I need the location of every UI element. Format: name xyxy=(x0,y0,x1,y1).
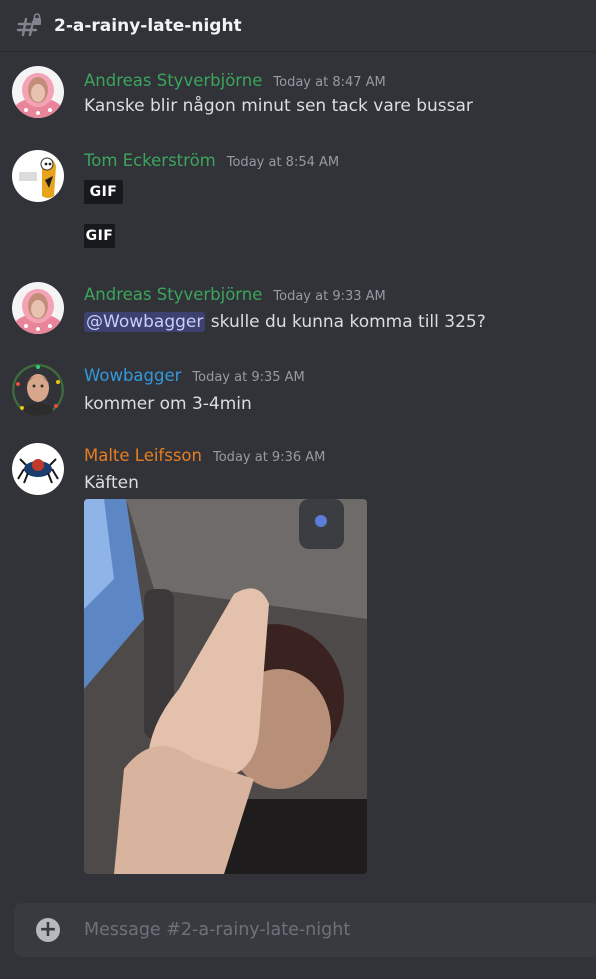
timestamp[interactable]: Today at 9:36 AM xyxy=(213,450,325,465)
avatar[interactable] xyxy=(12,66,64,118)
avatar[interactable] xyxy=(12,150,64,202)
message-input[interactable] xyxy=(84,903,584,957)
message-text: Käften xyxy=(84,473,139,493)
timestamp[interactable]: Today at 8:47 AM xyxy=(273,75,385,90)
author-name[interactable]: Andreas Styverbjörne xyxy=(84,285,262,304)
message-text: kommer om 3-4min xyxy=(84,394,252,414)
timestamp[interactable]: Today at 8:54 AM xyxy=(227,155,339,170)
message-text: Kanske blir någon minut sen tack vare bu… xyxy=(84,96,473,116)
avatar[interactable] xyxy=(12,282,64,334)
author-name[interactable]: Andreas Styverbjörne xyxy=(84,71,262,90)
avatar[interactable] xyxy=(12,364,64,416)
gif-attachment[interactable]: GIF xyxy=(84,180,123,204)
message-text: @Wowbagger skulle du kunna komma till 32… xyxy=(84,312,486,332)
user-mention[interactable]: @Wowbagger xyxy=(84,312,206,332)
timestamp[interactable]: Today at 9:35 AM xyxy=(192,370,304,385)
channel-name: 2-a-rainy-late-night xyxy=(54,15,242,36)
image-attachment[interactable] xyxy=(84,499,367,874)
message-composer: + xyxy=(14,903,596,957)
timestamp[interactable]: Today at 9:33 AM xyxy=(273,289,385,304)
locked-text-channel-icon xyxy=(16,12,42,39)
channel-header: 2-a-rainy-late-night xyxy=(0,0,596,52)
avatar[interactable] xyxy=(12,443,64,495)
add-attachment-icon[interactable]: + xyxy=(36,918,60,942)
author-name[interactable]: Tom Eckerström xyxy=(84,151,216,170)
gif-attachment[interactable]: GIF xyxy=(84,224,115,248)
author-name[interactable]: Malte Leifsson xyxy=(84,446,202,465)
message-text-body: skulle du kunna komma till 325? xyxy=(205,312,486,332)
author-name[interactable]: Wowbagger xyxy=(84,366,181,385)
